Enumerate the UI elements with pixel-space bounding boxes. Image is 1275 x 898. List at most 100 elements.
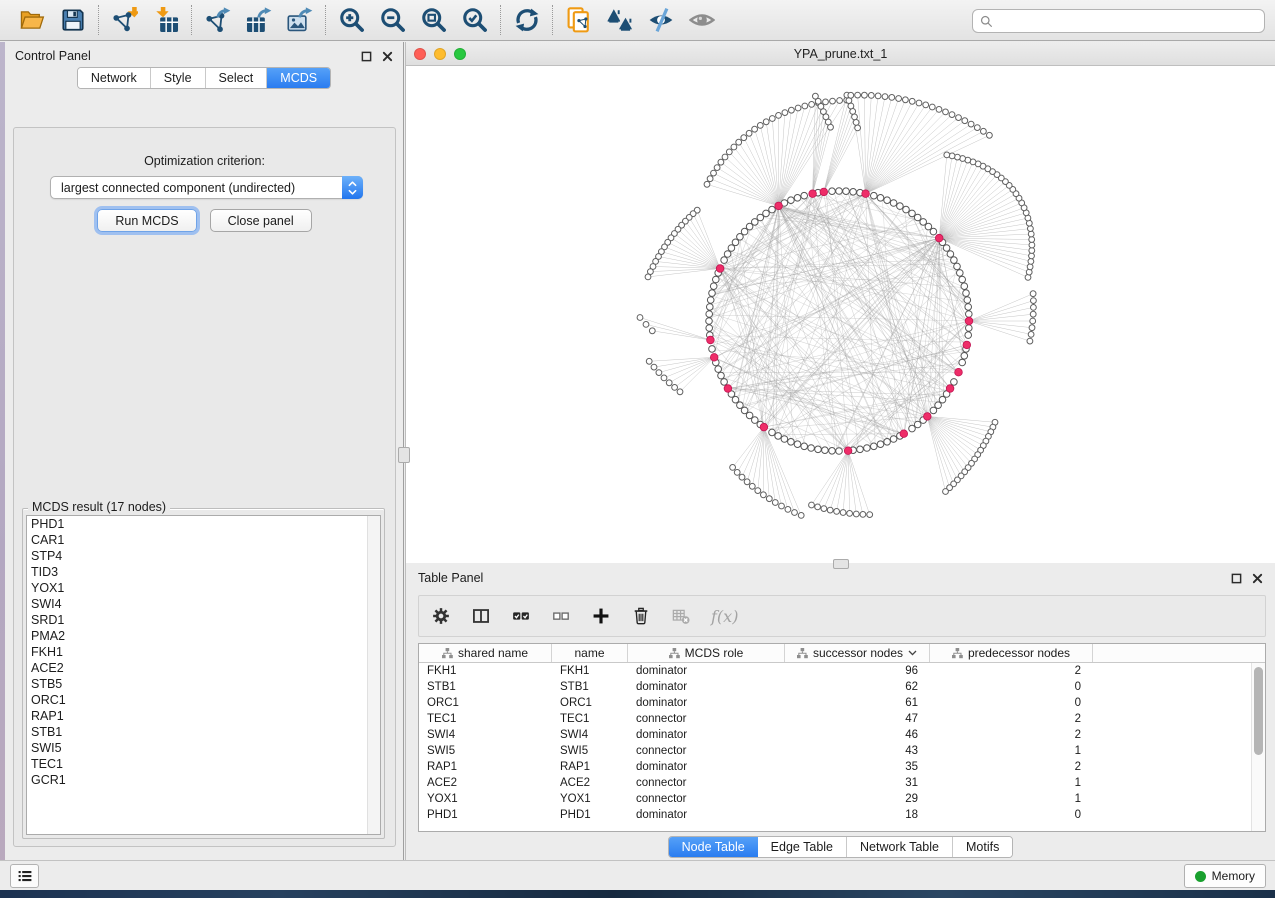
result-item[interactable]: SWI4 [27, 596, 380, 612]
column-header-predecessor-nodes[interactable]: predecessor nodes [930, 644, 1093, 662]
tab-edge-table[interactable]: Edge Table [758, 837, 847, 857]
float-table-panel-icon[interactable] [1231, 573, 1242, 584]
table-scrollbar-thumb[interactable] [1254, 667, 1263, 755]
table-cell: ACE2 [419, 775, 552, 791]
zoom-fit-icon[interactable] [420, 7, 447, 34]
table-row[interactable]: FKH1FKH1dominator962 [419, 663, 1265, 679]
import-network-icon[interactable] [111, 7, 138, 34]
result-item[interactable]: PMA2 [27, 628, 380, 644]
first-neighbors-icon[interactable] [606, 7, 633, 34]
delete-icon[interactable] [631, 607, 650, 626]
table-cell: connector [628, 743, 785, 759]
table-cell: YOX1 [419, 791, 552, 807]
table-row[interactable]: PHD1PHD1dominator180 [419, 807, 1265, 823]
table-row[interactable]: TEC1TEC1connector472 [419, 711, 1265, 727]
node-table: shared namenameMCDS rolesuccessor nodesp… [418, 643, 1266, 832]
result-item[interactable]: STB5 [27, 676, 380, 692]
zoom-in-icon[interactable] [338, 7, 365, 34]
column-header-successor-nodes[interactable]: successor nodes [785, 644, 930, 662]
clone-network-icon[interactable] [565, 7, 592, 34]
gear-icon[interactable] [431, 607, 450, 626]
apply-layout-icon[interactable] [513, 7, 540, 34]
table-scrollbar[interactable] [1251, 663, 1265, 831]
mcds-result-list[interactable]: PHD1CAR1STP4TID3YOX1SWI4SRD1PMA2FKH1ACE2… [26, 515, 381, 835]
table-cell: 0 [930, 807, 1093, 823]
column-header-MCDS-role[interactable]: MCDS role [628, 644, 785, 662]
table-row[interactable]: STB1STB1dominator620 [419, 679, 1265, 695]
result-item[interactable]: SRD1 [27, 612, 380, 628]
table-row[interactable]: RAP1RAP1dominator352 [419, 759, 1265, 775]
table-cell: TEC1 [419, 711, 552, 727]
mcds-result-group: MCDS result (17 nodes) PHD1CAR1STP4TID3Y… [22, 508, 385, 839]
result-item[interactable]: CAR1 [27, 532, 380, 548]
float-panel-icon[interactable] [361, 51, 372, 62]
table-cell: connector [628, 775, 785, 791]
result-item[interactable]: GCR1 [27, 772, 380, 788]
tab-style[interactable]: Style [151, 68, 206, 88]
column-header-name[interactable]: name [552, 644, 628, 662]
table-cell: dominator [628, 807, 785, 823]
delete-table-icon[interactable] [671, 607, 690, 626]
network-window-titlebar[interactable]: YPA_prune.txt_1 [406, 42, 1275, 66]
result-item[interactable]: STP4 [27, 548, 380, 564]
table-cell: STB1 [552, 679, 628, 695]
tab-motifs[interactable]: Motifs [953, 837, 1012, 857]
run-mcds-button[interactable]: Run MCDS [97, 209, 196, 232]
criterion-dropdown[interactable]: largest connected component (undirected) [50, 176, 363, 199]
columns-icon[interactable] [471, 607, 490, 626]
open-session-icon[interactable] [18, 7, 45, 34]
save-session-icon[interactable] [59, 7, 86, 34]
horizontal-splitter-handle[interactable] [833, 559, 849, 569]
table-cell: FKH1 [552, 663, 628, 679]
close-panel-button[interactable]: Close panel [210, 209, 312, 232]
zoom-selected-icon[interactable] [461, 7, 488, 34]
result-item[interactable]: STB1 [27, 724, 380, 740]
table-cell: FKH1 [419, 663, 552, 679]
table-panel-title: Table Panel [418, 571, 483, 585]
result-item[interactable]: ACE2 [27, 660, 380, 676]
hide-selected-icon[interactable] [647, 7, 674, 34]
search-input[interactable] [998, 14, 1257, 28]
close-table-panel-icon[interactable] [1252, 573, 1263, 584]
table-row[interactable]: SWI4SWI4dominator462 [419, 727, 1265, 743]
table-toolbar: f(x) [418, 595, 1266, 637]
result-item[interactable]: ORC1 [27, 692, 380, 708]
table-row[interactable]: YOX1YOX1connector291 [419, 791, 1265, 807]
table-row[interactable]: ACE2ACE2connector311 [419, 775, 1265, 791]
tab-network-table[interactable]: Network Table [847, 837, 953, 857]
result-item[interactable]: RAP1 [27, 708, 380, 724]
result-item[interactable]: TID3 [27, 564, 380, 580]
status-tasks-button[interactable] [10, 864, 39, 888]
table-row[interactable]: SWI5SWI5connector431 [419, 743, 1265, 759]
result-item[interactable]: SWI5 [27, 740, 380, 756]
search-box[interactable] [972, 9, 1265, 33]
result-item[interactable]: PHD1 [27, 516, 380, 532]
network-canvas[interactable] [406, 66, 1275, 563]
export-network-icon[interactable] [204, 7, 231, 34]
deselect-all-icon[interactable] [551, 607, 570, 626]
import-table-icon[interactable] [152, 7, 179, 34]
tab-node-table[interactable]: Node Table [669, 837, 758, 857]
tab-mcds[interactable]: MCDS [267, 68, 330, 88]
tab-network[interactable]: Network [78, 68, 151, 88]
close-panel-icon[interactable] [382, 51, 393, 62]
column-header-shared-name[interactable]: shared name [419, 644, 552, 662]
result-item[interactable]: YOX1 [27, 580, 380, 596]
vertical-splitter-handle[interactable] [398, 447, 410, 463]
table-cell: 2 [930, 711, 1093, 727]
export-image-icon[interactable] [286, 7, 313, 34]
zoom-out-icon[interactable] [379, 7, 406, 34]
dropdown-stepper-icon [342, 176, 363, 199]
table-cell: ACE2 [552, 775, 628, 791]
result-item[interactable]: TEC1 [27, 756, 380, 772]
table-row[interactable]: ORC1ORC1dominator610 [419, 695, 1265, 711]
memory-button[interactable]: Memory [1184, 864, 1266, 888]
add-icon[interactable] [591, 607, 610, 626]
export-table-icon[interactable] [245, 7, 272, 34]
result-item[interactable]: FKH1 [27, 644, 380, 660]
result-list-scrollbar[interactable] [367, 516, 380, 834]
show-all-icon[interactable] [688, 7, 715, 34]
tab-select[interactable]: Select [206, 68, 268, 88]
select-all-icon[interactable] [511, 607, 530, 626]
memory-label: Memory [1212, 869, 1255, 883]
